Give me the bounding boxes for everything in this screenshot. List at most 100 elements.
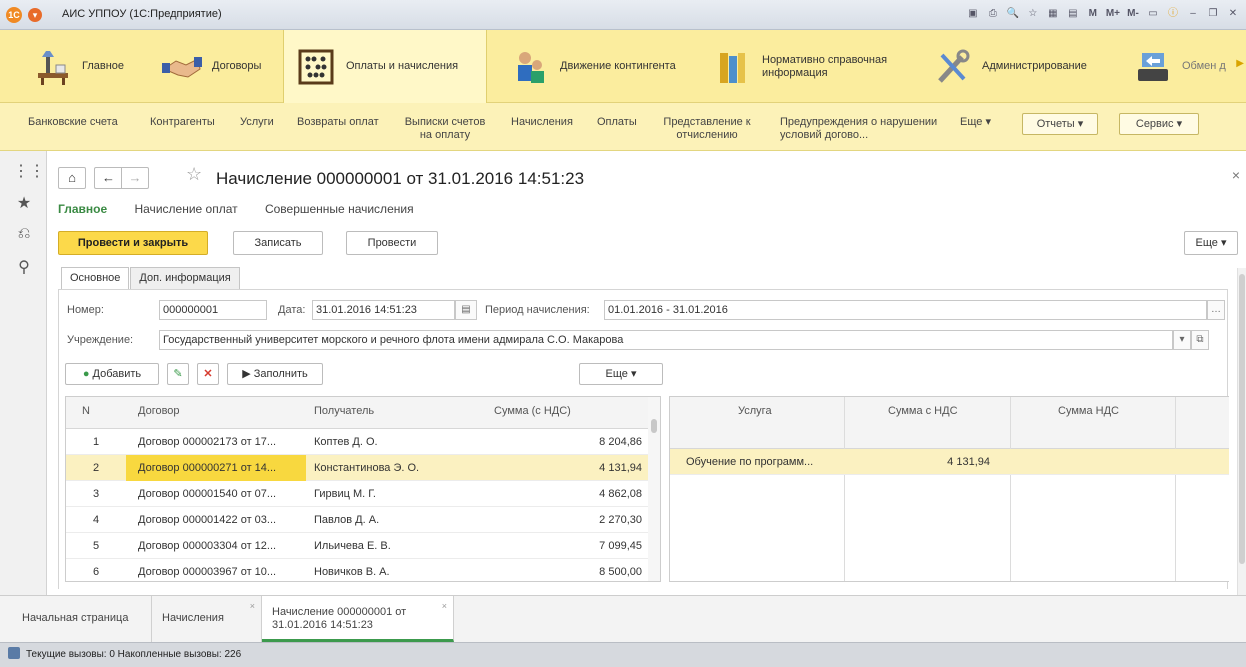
save-button[interactable]: Записать [233, 231, 323, 255]
open-icon[interactable]: ⧉ [1191, 330, 1209, 350]
service-button[interactable]: Сервис ▾ [1119, 113, 1199, 135]
home-icon[interactable]: ⌂ [58, 167, 86, 189]
nav-invoice-statements[interactable]: Выписки счетов на оплату [400, 116, 490, 142]
section-exchange[interactable]: Обмен д ▶ [1120, 30, 1246, 103]
calendar-icon[interactable]: ▦ [1046, 6, 1060, 22]
col-number[interactable]: N [82, 397, 90, 428]
col-contract[interactable]: Договор [138, 397, 180, 428]
table-row[interactable]: 3 Договор 000001540 от 07... Гирвиц М. Г… [66, 481, 650, 507]
section-admin[interactable]: Администрирование [920, 30, 1120, 103]
row-sum: 8 204,86 [599, 436, 642, 448]
nav-refunds[interactable]: Возвраты оплат [297, 116, 379, 129]
org-field[interactable]: Государственный университет морского и р… [159, 330, 1173, 350]
favorite-star-icon[interactable]: ☆ [186, 164, 202, 185]
favorites-star-icon[interactable]: ★ [13, 193, 35, 215]
delete-icon[interactable]: ✕ [197, 363, 219, 385]
table-row[interactable]: 5 Договор 000003304 от 12... Ильичева Е.… [66, 533, 650, 559]
period-select-button[interactable]: … [1207, 300, 1225, 320]
open-tab-home[interactable]: Начальная страница [12, 596, 152, 642]
main-menu-icon[interactable]: ▾ [28, 8, 42, 22]
page-tabs: Основное Доп. информация [61, 267, 241, 290]
col-recipient[interactable]: Получатель [314, 397, 374, 428]
open-tab-accruals[interactable]: Начисления × [152, 596, 262, 642]
close-icon[interactable]: × [1232, 167, 1240, 183]
number-field[interactable]: 000000001 [159, 300, 267, 320]
fill-button[interactable]: ▶ Заполнить [227, 363, 323, 385]
close-tab-icon[interactable]: × [442, 600, 447, 613]
column-divider [1010, 397, 1011, 581]
memory-button[interactable]: M [1086, 6, 1100, 22]
dropdown-icon[interactable]: ▾ [1173, 330, 1191, 350]
close-tab-icon[interactable]: × [250, 600, 255, 613]
post-and-close-button[interactable]: Провести и закрыть [58, 231, 208, 255]
table-row-selected[interactable]: Обучение по программ... 4 131,94 [670, 449, 1229, 475]
section-contracts[interactable]: Договоры [150, 30, 280, 103]
tab-accrual-payments[interactable]: Начисление оплат [134, 202, 237, 216]
minimize-icon[interactable]: – [1186, 6, 1200, 22]
open-tab-current[interactable]: Начисление 000000001 от 31.01.2016 14:51… [262, 596, 454, 642]
col-sum-vat[interactable]: Сумма с НДС [888, 397, 958, 448]
nav-payments[interactable]: Оплаты [597, 116, 637, 129]
section-payments[interactable]: Оплаты и начисления [283, 30, 487, 103]
open-tab-label: Начисление 000000001 от 31.01.2016 14:51… [272, 606, 407, 631]
section-reference[interactable]: Нормативно справочная информация [700, 30, 920, 103]
edit-icon[interactable]: ✎ [167, 363, 189, 385]
preview-icon[interactable]: 🔍 [1006, 6, 1020, 22]
nav-expulsion[interactable]: Представление к отчислению [660, 116, 754, 142]
document-form: ⌂ ← → ☆ Начисление 000000001 от 31.01.20… [48, 151, 1246, 595]
col-service[interactable]: Услуга [738, 397, 772, 448]
table-scrollbar[interactable] [648, 397, 660, 581]
memory-minus-button[interactable]: M- [1126, 6, 1140, 22]
section-contingent[interactable]: Движение контингента [498, 30, 698, 103]
tab-additional-info[interactable]: Доп. информация [130, 267, 240, 289]
more-button[interactable]: Еще ▾ [1184, 231, 1238, 255]
nav-counterparties[interactable]: Контрагенты [150, 116, 215, 129]
open-tab-label: Начисления [162, 612, 224, 624]
scroll-thumb[interactable] [1239, 274, 1245, 564]
favorite-icon[interactable]: ☆ [1026, 6, 1040, 22]
scroll-right-icon[interactable]: ▶ [1236, 58, 1244, 69]
reports-button[interactable]: Отчеты ▾ [1022, 113, 1098, 135]
nav-bank-accounts[interactable]: Банковские счета [28, 116, 118, 129]
col-sum[interactable]: Сумма (с НДС) [494, 397, 571, 428]
table-more-button[interactable]: Еще ▾ [579, 363, 663, 385]
table-row-selected[interactable]: 2 Договор 000000271 от 14... Константино… [66, 455, 650, 481]
nav-more[interactable]: Еще ▾ [960, 116, 991, 129]
close-window-icon[interactable]: ✕ [1226, 6, 1240, 22]
section-main[interactable]: Главное [20, 30, 148, 103]
app-logo-icon[interactable]: 1С [6, 7, 22, 23]
calendar-icon[interactable]: ▤ [455, 300, 477, 320]
apps-grid-icon[interactable]: ⋮⋮⋮ [13, 161, 61, 183]
back-icon[interactable]: ← [94, 167, 122, 189]
tab-basic[interactable]: Основное [61, 267, 130, 290]
table-row[interactable]: 4 Договор 000001422 от 03... Павлов Д. А… [66, 507, 650, 533]
add-button[interactable]: ● Добавить [65, 363, 159, 385]
scroll-thumb[interactable] [651, 419, 657, 433]
period-field[interactable]: 01.01.2016 - 31.01.2016 [604, 300, 1207, 320]
table-row[interactable]: 1 Договор 000002173 от 17... Коптев Д. О… [66, 429, 650, 455]
add-icon: ● [82, 368, 90, 380]
nav-accruals[interactable]: Начисления [511, 116, 573, 129]
calculator-icon[interactable]: ▤ [1066, 6, 1080, 22]
col-vat[interactable]: Сумма НДС [1058, 397, 1119, 448]
tab-completed-accruals[interactable]: Совершенные начисления [265, 202, 414, 216]
search-icon[interactable]: ⚲ [13, 257, 35, 279]
period-label: Период начисления: [485, 304, 590, 316]
save-icon[interactable]: ▣ [966, 6, 980, 22]
forward-icon[interactable]: → [121, 167, 149, 189]
tab-main[interactable]: Главное [58, 202, 107, 216]
memory-plus-button[interactable]: M+ [1106, 6, 1120, 22]
tools-icon [930, 45, 974, 89]
nav-warnings[interactable]: Предупреждения о нарушении условий догов… [780, 116, 940, 142]
sections-panel: Главное Договоры Оплаты и начисления Дви… [0, 30, 1246, 103]
table-row[interactable]: 6 Договор 000003967 от 10... Новичков В.… [66, 559, 650, 581]
print-icon[interactable]: ⎙ [986, 6, 1000, 22]
form-scrollbar[interactable] [1237, 268, 1246, 595]
info-icon[interactable]: ⓘ [1166, 6, 1180, 22]
date-field[interactable]: 31.01.2016 14:51:23 [312, 300, 455, 320]
post-button[interactable]: Провести [346, 231, 438, 255]
window-layout-icon[interactable]: ▭ [1146, 6, 1160, 22]
restore-icon[interactable]: ❐ [1206, 6, 1220, 22]
nav-services[interactable]: Услуги [240, 116, 274, 129]
history-icon[interactable]: ⎌ [13, 225, 35, 247]
